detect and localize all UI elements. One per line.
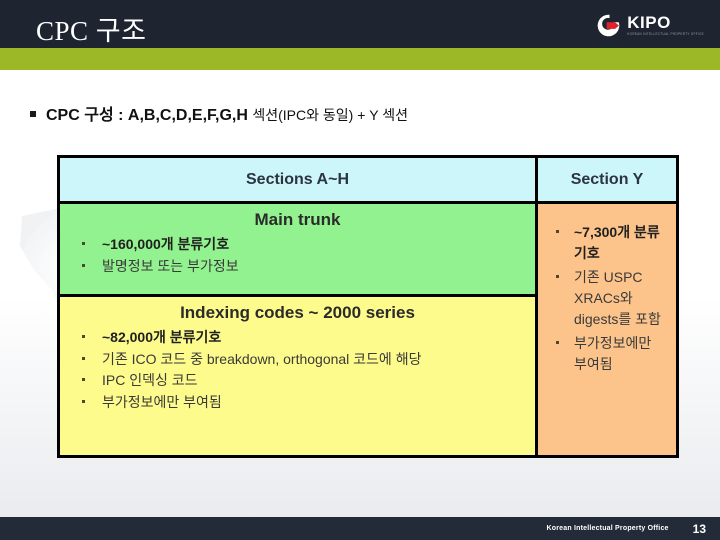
- main-trunk-list: ~160,000개 분류기호 발명정보 또는 부가정보: [60, 234, 535, 276]
- kipo-logo-subtitle: KOREAN INTELLECTUAL PROPERTY OFFICE: [627, 31, 704, 37]
- list-item: 기존 ICO 코드 중 breakdown, orthogonal 코드에 해당: [82, 349, 525, 370]
- slide-canvas: CPC 구조 KIPO KOREAN INTELLECTUAL PROPERTY…: [0, 0, 720, 540]
- kipo-logo: KIPO KOREAN INTELLECTUAL PROPERTY OFFICE: [595, 10, 704, 40]
- indexing-codes-list: ~82,000개 분류기호 기존 ICO 코드 중 breakdown, ort…: [60, 327, 535, 413]
- kipo-logo-text: KIPO KOREAN INTELLECTUAL PROPERTY OFFICE: [627, 14, 704, 36]
- cpc-structure-table: Sections A~H Section Y Main trunk ~160,0…: [57, 155, 679, 458]
- list-item: ~160,000개 분류기호: [82, 234, 525, 255]
- footer-bar: Korean Intellectual Property Office 13: [0, 517, 720, 540]
- list-item: IPC 인덱싱 코드: [82, 370, 525, 391]
- header-accent-bar: [0, 48, 720, 70]
- page-title: CPC 구조: [36, 16, 147, 46]
- lead-remainder-part: 섹션(IPC와 동일) + Y 섹션: [252, 107, 409, 123]
- page-number: 13: [692, 521, 706, 536]
- kipo-swirl-icon: [595, 12, 622, 39]
- list-item: 부가정보에만 부여됨: [82, 392, 525, 413]
- square-bullet-icon: [30, 111, 36, 117]
- section-y-list: ~7,300개 분류기호 기존 USPC XRACs와 digests를 포함 …: [538, 222, 676, 375]
- lead-bold-part: CPC 구성 :: [46, 107, 124, 124]
- column-header-section-y: Section Y: [535, 158, 676, 201]
- main-trunk-panel: Main trunk ~160,000개 분류기호 발명정보 또는 부가정보: [60, 204, 535, 297]
- footer-organization: Korean Intellectual Property Office: [546, 525, 669, 532]
- main-trunk-title: Main trunk: [254, 210, 341, 229]
- column-header-label: Sections A~H: [246, 170, 349, 188]
- list-item: 발명정보 또는 부가정보: [82, 256, 525, 277]
- list-item: 부가정보에만 부여됨: [556, 333, 668, 375]
- right-column: ~7,300개 분류기호 기존 USPC XRACs와 digests를 포함 …: [535, 204, 676, 455]
- list-item: 기존 USPC XRACs와 digests를 포함: [556, 267, 668, 330]
- indexing-codes-title: Indexing codes ~ 2000 series: [180, 303, 415, 322]
- column-header-label: Section Y: [570, 170, 644, 188]
- left-column: Main trunk ~160,000개 분류기호 발명정보 또는 부가정보 I…: [60, 204, 535, 455]
- indexing-codes-panel: Indexing codes ~ 2000 series ~82,000개 분류…: [60, 297, 535, 455]
- table-body: Main trunk ~160,000개 분류기호 발명정보 또는 부가정보 I…: [60, 204, 676, 455]
- column-header-sections-ah: Sections A~H: [60, 158, 535, 201]
- table-header-row: Sections A~H Section Y: [60, 158, 676, 204]
- lead-sections-part: A,B,C,D,E,F,G,H: [123, 107, 253, 124]
- lead-text: CPC 구성 : A,B,C,D,E,F,G,H 섹션(IPC와 동일) + Y…: [46, 101, 408, 125]
- lead-bullet-line: CPC 구성 : A,B,C,D,E,F,G,H 섹션(IPC와 동일) + Y…: [30, 101, 408, 125]
- list-item: ~82,000개 분류기호: [82, 327, 525, 348]
- section-y-panel: ~7,300개 분류기호 기존 USPC XRACs와 digests를 포함 …: [538, 204, 676, 455]
- kipo-logo-word: KIPO: [627, 13, 671, 32]
- list-item: ~7,300개 분류기호: [556, 222, 668, 264]
